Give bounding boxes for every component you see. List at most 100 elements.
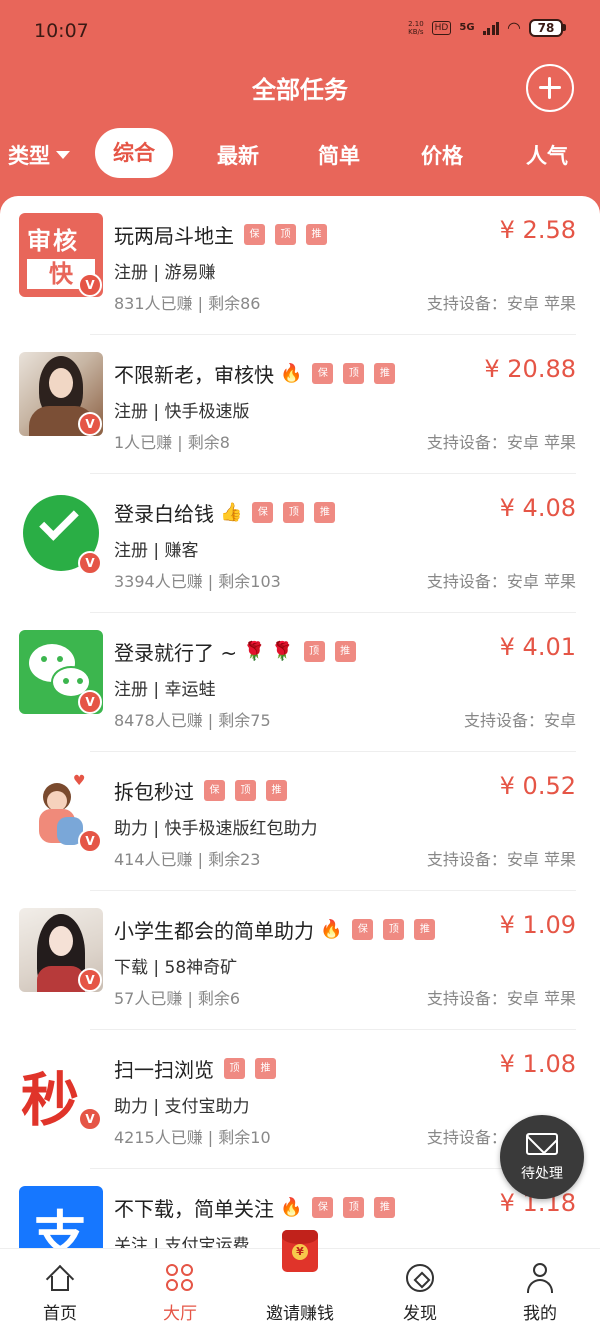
task-stats: 57人已赚 | 剩余6 xyxy=(114,989,241,1008)
task-title: 扫一扫浏览 顶推 xyxy=(114,1054,276,1083)
tab-simple[interactable]: 简单 xyxy=(318,140,360,170)
verified-badge-icon: V xyxy=(78,968,102,992)
task-item[interactable]: V 登录白给钱 👍 保顶推 ¥ 4.08 注册 | 赚客 3394人已赚 | 剩… xyxy=(0,474,600,613)
pending-fab[interactable]: 待处理 xyxy=(500,1115,584,1199)
task-devices: 支持设备：安卓 苹果 xyxy=(426,989,576,1008)
tag-tui: 推 xyxy=(374,363,396,384)
task-title: 登录白给钱 👍 保顶推 xyxy=(114,498,336,527)
task-item[interactable]: ♥ V 拆包秒过 保顶推 ¥ 0.52 助力 | 快手极速版红包助力 414人已… xyxy=(0,752,600,891)
home-icon xyxy=(45,1264,75,1294)
status-time: 10:07 xyxy=(34,20,89,42)
task-price: ¥ 1.09 xyxy=(499,911,576,939)
task-devices: 支持设备：安卓 苹果 xyxy=(426,850,576,869)
tab-newest[interactable]: 最新 xyxy=(217,140,259,170)
tag-ding: 顶 xyxy=(283,502,305,523)
tag-bao: 保 xyxy=(252,502,274,523)
task-price: ¥ 20.88 xyxy=(484,355,576,383)
tag-bao: 保 xyxy=(244,224,265,245)
tag-tui: 推 xyxy=(334,641,356,662)
task-category: 注册 | 赚客 xyxy=(114,541,199,561)
task-devices: 支持设备：安卓 xyxy=(463,711,576,730)
nav-discover[interactable]: 发现 xyxy=(360,1249,480,1332)
tag-ding: 顶 xyxy=(275,224,296,245)
type-dropdown[interactable]: 类型 xyxy=(8,140,70,170)
task-item[interactable]: V 不限新老，审核快 🔥 保顶推 ¥ 20.88 注册 | 快手极速版 1人已赚… xyxy=(0,335,600,474)
nav-me[interactable]: 我的 xyxy=(480,1249,600,1332)
task-item[interactable]: V 小学生都会的简单助力 🔥 保顶推 ¥ 1.09 下载 | 58神奇矿 57人… xyxy=(0,891,600,1030)
task-devices: 支持设备：安卓 苹果 xyxy=(426,572,576,591)
tag-tui: 推 xyxy=(374,1197,396,1218)
task-category: 助力 | 支付宝助力 xyxy=(114,1097,250,1117)
rose-icon: 🌹 🌹 xyxy=(243,641,294,662)
task-category: 注册 | 快手极速版 xyxy=(114,402,250,422)
fire-icon: 🔥 xyxy=(320,919,343,940)
task-price: ¥ 4.08 xyxy=(499,494,576,522)
tag-tui: 推 xyxy=(255,1058,276,1079)
fire-icon: 🔥 xyxy=(280,363,303,384)
tag-tui: 推 xyxy=(414,919,436,940)
wifi-icon: ◠ xyxy=(507,18,521,37)
verified-badge-icon: V xyxy=(78,273,102,297)
tag-ding: 顶 xyxy=(303,641,325,662)
task-title: 小学生都会的简单助力 🔥 保顶推 xyxy=(114,915,436,944)
tag-bao: 保 xyxy=(352,919,374,940)
task-item[interactable]: 审核 快 V 玩两局斗地主 保顶推 ¥ 2.58 注册 | 游易赚 831人已赚… xyxy=(0,196,600,335)
verified-badge-icon: V xyxy=(78,690,102,714)
task-stats: 1人已赚 | 剩余8 xyxy=(114,433,230,452)
task-category: 下载 | 58神奇矿 xyxy=(114,958,238,978)
battery-icon: 78 xyxy=(529,18,566,37)
plus-circle-icon[interactable] xyxy=(526,64,574,112)
grid-icon xyxy=(166,1264,196,1294)
task-price: ¥ 2.58 xyxy=(499,216,576,244)
red-envelope-icon[interactable]: ¥ xyxy=(282,1230,318,1272)
task-thumbnail: 支 xyxy=(19,1186,103,1248)
tag-bao: 保 xyxy=(312,363,334,384)
tab-price[interactable]: 价格 xyxy=(421,140,463,170)
envelope-icon xyxy=(526,1133,558,1155)
tag-ding: 顶 xyxy=(235,780,256,801)
tag-tui: 推 xyxy=(306,224,327,245)
task-category: 注册 | 游易赚 xyxy=(114,263,216,283)
tag-tui: 推 xyxy=(266,780,287,801)
page-title: 全部任务 xyxy=(252,76,348,104)
task-stats: 414人已赚 | 剩余23 xyxy=(114,850,261,869)
tag-bao: 保 xyxy=(312,1197,334,1218)
filter-tabs: 类型 综合 最新 简单 价格 人气 xyxy=(0,128,600,180)
task-price: ¥ 0.52 xyxy=(499,772,576,800)
task-stats: 3394人已赚 | 剩余103 xyxy=(114,572,281,591)
header: 10:07 2.10 KB/s HD 5G ◠ 78 全部任务 类型 综合 最新… xyxy=(0,0,600,200)
task-stats: 8478人已赚 | 剩余75 xyxy=(114,711,271,730)
thumbs-up-icon: 👍 xyxy=(220,502,243,523)
verified-badge-icon: V xyxy=(78,412,102,436)
task-item[interactable]: V 登录就行了 ~ 🌹 🌹 顶推 ¥ 4.01 注册 | 幸运蛙 8478人已赚… xyxy=(0,613,600,752)
task-stats: 831人已赚 | 剩余86 xyxy=(114,294,261,313)
network-speed: 2.10 KB/s xyxy=(408,19,424,36)
hd-icon: HD xyxy=(431,20,452,35)
verified-badge-icon: V xyxy=(78,1107,102,1131)
verified-badge-icon: V xyxy=(78,551,102,575)
user-icon xyxy=(526,1263,554,1293)
tab-comprehensive[interactable]: 综合 xyxy=(95,128,173,178)
tag-ding: 顶 xyxy=(224,1058,245,1079)
signal-icon xyxy=(482,21,500,35)
nav-hall[interactable]: 大厅 xyxy=(120,1249,240,1332)
task-price: ¥ 1.08 xyxy=(499,1050,576,1078)
fire-icon: 🔥 xyxy=(280,1197,303,1218)
task-category: 注册 | 幸运蛙 xyxy=(114,680,216,700)
task-list: 审核 快 V 玩两局斗地主 保顶推 ¥ 2.58 注册 | 游易赚 831人已赚… xyxy=(0,196,600,1248)
verified-badge-icon: V xyxy=(78,829,102,853)
5g-icon: 5G xyxy=(459,22,475,33)
tag-tui: 推 xyxy=(314,502,336,523)
tag-ding: 顶 xyxy=(343,1197,365,1218)
status-bar: 10:07 2.10 KB/s HD 5G ◠ 78 xyxy=(0,0,600,64)
nav-home[interactable]: 首页 xyxy=(0,1249,120,1332)
task-category: 关注 | 支付宝运费 xyxy=(114,1236,250,1248)
task-devices: 支持设备：安卓 苹果 xyxy=(426,294,576,313)
task-price: ¥ 4.01 xyxy=(499,633,576,661)
task-title: 玩两局斗地主 保顶推 xyxy=(114,220,327,249)
caret-down-icon xyxy=(56,151,70,159)
tab-popular[interactable]: 人气 xyxy=(526,140,568,170)
compass-icon xyxy=(406,1264,434,1292)
task-title: 不下载，简单关注 🔥 保顶推 xyxy=(114,1193,396,1222)
task-stats: 4215人已赚 | 剩余10 xyxy=(114,1128,271,1147)
